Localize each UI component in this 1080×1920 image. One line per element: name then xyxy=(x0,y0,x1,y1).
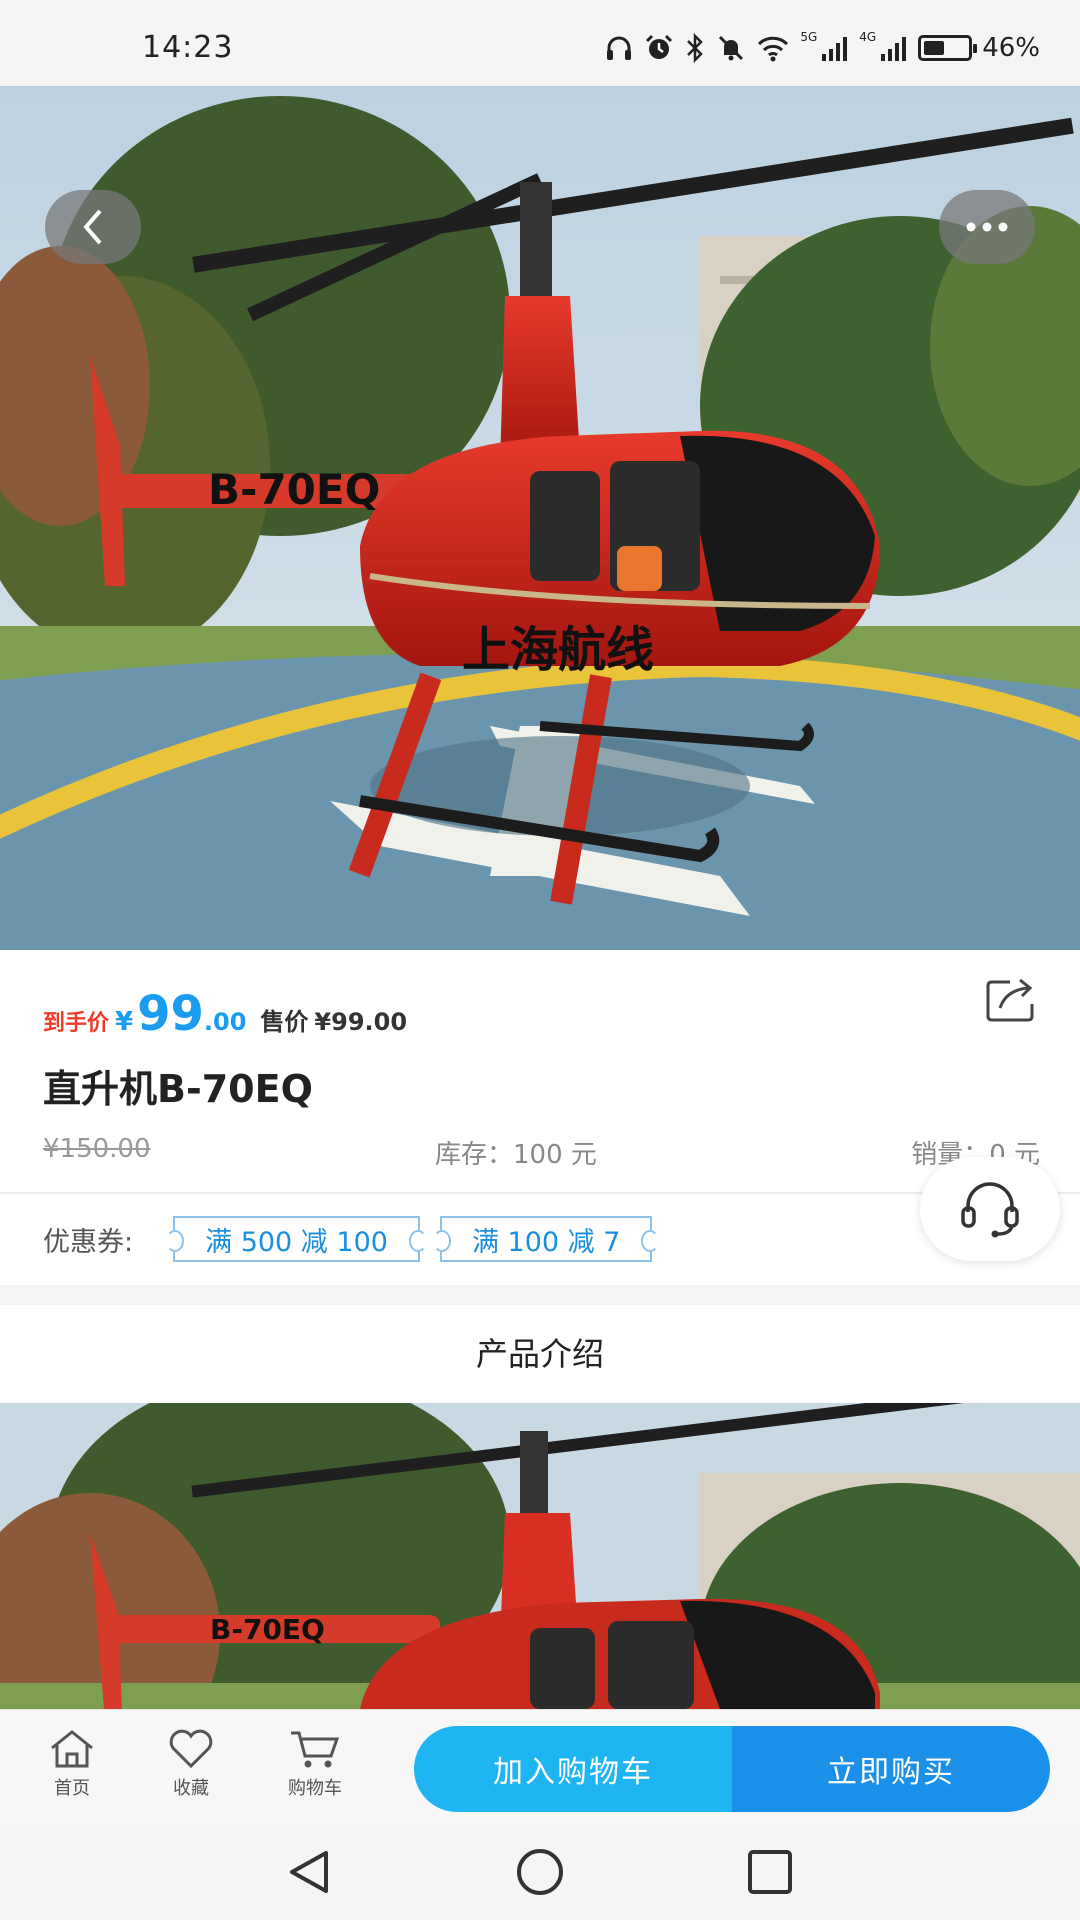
stock-count: 库存：100 元 xyxy=(435,1140,597,1170)
product-hero-image[interactable]: B-70EQ 上海航线 xyxy=(0,86,1080,950)
share-icon xyxy=(986,978,1034,1022)
square-recents-icon xyxy=(748,1850,792,1894)
intro-registration: B-70EQ xyxy=(210,1613,325,1646)
coupon-item[interactable]: 满 100 减 7 xyxy=(432,1216,660,1262)
final-price-decimal: .00 xyxy=(203,1008,247,1036)
status-icons: 5G 4G 46% xyxy=(604,30,1040,66)
signal-icon xyxy=(881,37,907,61)
network-4g-label: 4G xyxy=(859,30,877,44)
final-price-currency: ¥ xyxy=(115,1007,134,1037)
headphones-icon xyxy=(607,36,632,60)
purchase-button-group: 加入购物车 立即购买 xyxy=(414,1726,1050,1812)
battery-percent: 46% xyxy=(982,33,1040,63)
coupon-label: 优惠券: xyxy=(43,1226,134,1258)
triangle-back-icon xyxy=(290,1851,328,1893)
nav-home-button[interactable] xyxy=(512,1847,568,1897)
nav-recents-button[interactable] xyxy=(742,1847,798,1897)
share-button[interactable] xyxy=(984,976,1038,1024)
bottom-action-bar: 首页 收藏 购物车 加入购物车 立即购买 xyxy=(0,1709,1080,1823)
sale-price-value: ¥99.00 xyxy=(314,1008,408,1036)
coupon-row: 优惠券: 满 500 减 100 满 100 减 7 xyxy=(43,1214,672,1264)
system-nav-bar xyxy=(0,1823,1080,1920)
add-to-cart-button[interactable]: 加入购物车 xyxy=(414,1726,732,1812)
tab-home[interactable]: 首页 xyxy=(22,1728,122,1800)
customer-service-button[interactable] xyxy=(920,1157,1060,1261)
product-meta-row: ¥150.00 库存：100 元 销量：0 元 xyxy=(43,1134,1040,1174)
final-price-label: 到手价 xyxy=(43,1011,110,1036)
product-title: 直升机B-70EQ xyxy=(43,1067,313,1111)
helicopter-photo: B-70EQ 上海航线 xyxy=(0,86,1080,950)
original-price: ¥150.00 xyxy=(43,1134,151,1164)
coupon-item[interactable]: 满 500 减 100 xyxy=(166,1216,427,1262)
tab-cart-label: 购物车 xyxy=(288,1778,342,1799)
battery-level xyxy=(924,41,944,55)
product-intro-image: B-70EQ xyxy=(0,1403,1080,1709)
headset-icon xyxy=(961,1182,1019,1238)
mute-icon xyxy=(719,35,744,61)
buy-now-button[interactable]: 立即购买 xyxy=(732,1726,1050,1812)
hero-registration: B-70EQ xyxy=(208,465,380,514)
product-intro-header: 产品介绍 xyxy=(0,1305,1080,1403)
helicopter-photo: B-70EQ xyxy=(0,1403,1080,1709)
home-icon xyxy=(51,1730,93,1768)
price-row: 到手价 ¥ 99 .00 售价 ¥99.00 xyxy=(43,986,407,1046)
signal-icon xyxy=(822,37,848,61)
wifi-icon xyxy=(758,36,789,62)
more-button[interactable] xyxy=(939,190,1035,264)
divider xyxy=(0,1192,1080,1194)
heart-icon xyxy=(169,1729,213,1769)
circle-home-icon xyxy=(517,1849,563,1895)
battery-icon xyxy=(918,35,978,61)
alarm-icon xyxy=(646,34,673,59)
more-dots-icon xyxy=(966,222,1008,232)
tab-favorite[interactable]: 收藏 xyxy=(141,1728,241,1800)
network-5g-label: 5G xyxy=(800,30,818,44)
cart-icon xyxy=(291,1731,340,1768)
hero-livery-text: 上海航线 xyxy=(462,622,654,678)
product-info-card: 到手价 ¥ 99 .00 售价 ¥99.00 直升机B-70EQ ¥150.00… xyxy=(0,950,1080,1285)
bluetooth-icon xyxy=(687,33,704,63)
back-button[interactable] xyxy=(45,190,141,264)
nav-back-button[interactable] xyxy=(282,1847,338,1897)
status-time: 14:23 xyxy=(142,30,234,65)
tab-favorite-label: 收藏 xyxy=(173,1778,209,1799)
tab-home-label: 首页 xyxy=(54,1778,90,1799)
chevron-left-icon xyxy=(83,209,102,245)
tab-cart[interactable]: 购物车 xyxy=(265,1728,365,1800)
sale-price-label: 售价 xyxy=(260,1008,309,1036)
final-price-integer: 99 xyxy=(137,986,204,1042)
status-bar: 14:23 5G 4G 46% xyxy=(0,0,1080,86)
